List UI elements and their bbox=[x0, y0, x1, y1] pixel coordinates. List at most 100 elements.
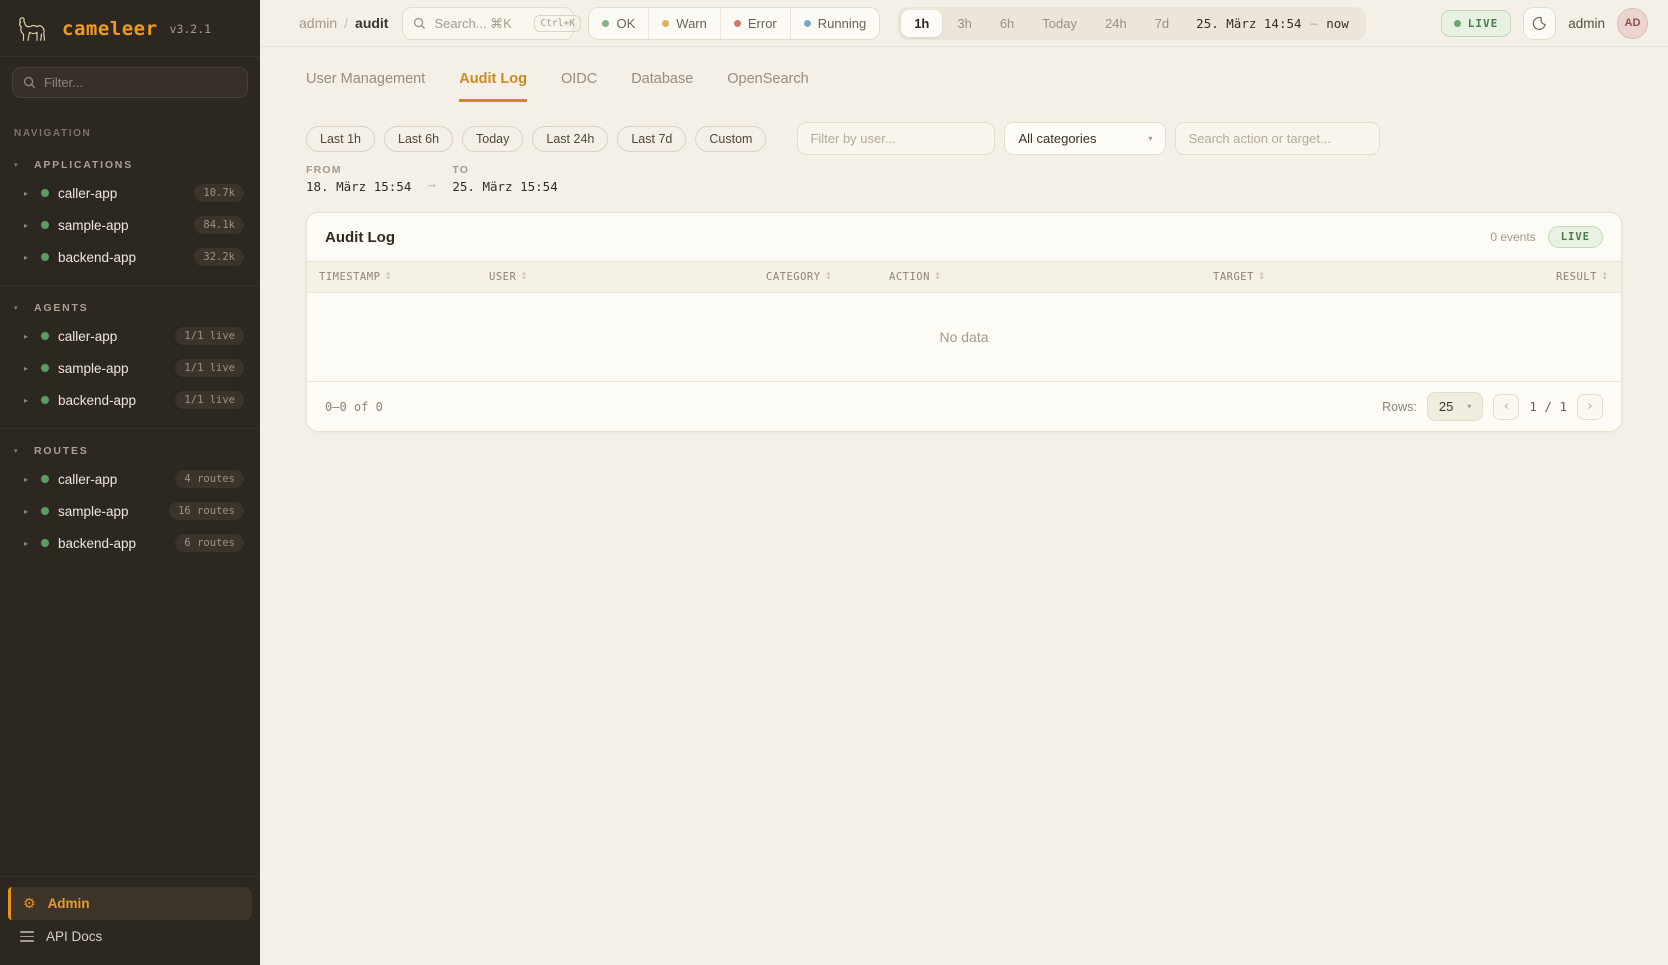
sidebar-item-label: sample-app bbox=[58, 218, 185, 233]
filter-row: Last 1h Last 6h Today Last 24h Last 7d C… bbox=[306, 122, 1622, 155]
rows-per-page-value: 25 bbox=[1439, 399, 1453, 414]
theme-toggle-button[interactable] bbox=[1523, 7, 1556, 40]
time-dash: – bbox=[1311, 16, 1318, 30]
time-current: 25. März 14:54 bbox=[1196, 16, 1301, 31]
from-block[interactable]: FROM 18. März 15:54 bbox=[306, 164, 411, 194]
nav-section-agents: ▾ AGENTS ▸ caller-app 1/1 live ▸ sample-… bbox=[0, 286, 260, 429]
chevron-right-icon: ▸ bbox=[24, 539, 32, 548]
sidebar-item-caller-app-agent[interactable]: ▸ caller-app 1/1 live bbox=[10, 320, 250, 352]
column-header-category[interactable]: CATEGORY ↕ bbox=[766, 271, 889, 283]
status-filter-warn[interactable]: Warn bbox=[649, 8, 721, 39]
from-to-range: FROM 18. März 15:54 → TO 25. März 15:54 bbox=[306, 164, 1622, 194]
breadcrumb-section[interactable]: admin bbox=[299, 15, 337, 31]
status-filter-label: OK bbox=[616, 16, 635, 31]
column-header-result[interactable]: RESULT ↕ bbox=[1533, 271, 1609, 283]
chip-last-6h[interactable]: Last 6h bbox=[384, 126, 453, 152]
status-filter-running[interactable]: Running bbox=[791, 8, 879, 39]
count-badge: 84.1k bbox=[194, 216, 244, 234]
chevron-right-icon: ▸ bbox=[24, 396, 32, 405]
avatar[interactable]: AD bbox=[1617, 8, 1648, 39]
next-page-button[interactable]: › bbox=[1577, 394, 1603, 420]
panel-header: Audit Log 0 events LIVE bbox=[307, 213, 1621, 261]
rows-per-page-select[interactable]: 25 ▾ bbox=[1427, 392, 1483, 421]
sidebar-filter-input[interactable] bbox=[44, 75, 237, 90]
sort-icon: ↕ bbox=[520, 272, 528, 282]
chip-last-7d[interactable]: Last 7d bbox=[617, 126, 686, 152]
sidebar-item-sample-app[interactable]: ▸ sample-app 84.1k bbox=[10, 209, 250, 241]
time-range-6h[interactable]: 6h bbox=[987, 10, 1027, 37]
column-label: TIMESTAMP bbox=[319, 271, 380, 283]
result-range-text: 0–0 of 0 bbox=[325, 400, 383, 414]
column-header-timestamp[interactable]: TIMESTAMP ↕ bbox=[319, 271, 489, 283]
category-select[interactable]: All categories ▾ bbox=[1004, 122, 1166, 155]
column-label: RESULT bbox=[1556, 271, 1597, 283]
live-status-badge[interactable]: LIVE bbox=[1441, 10, 1512, 37]
tab-bar: User Management Audit Log OIDC Database … bbox=[260, 47, 1668, 102]
sidebar-item-label: sample-app bbox=[58, 504, 160, 519]
time-range-3h[interactable]: 3h bbox=[944, 10, 984, 37]
routes-badge: 6 routes bbox=[175, 534, 244, 552]
action-target-search-input[interactable] bbox=[1175, 122, 1380, 155]
time-range-24h[interactable]: 24h bbox=[1092, 10, 1140, 37]
from-label: FROM bbox=[306, 164, 411, 176]
tab-audit-log[interactable]: Audit Log bbox=[459, 71, 527, 102]
section-title: APPLICATIONS bbox=[34, 159, 133, 171]
column-header-target[interactable]: TARGET ↕ bbox=[1213, 271, 1533, 283]
tab-opensearch[interactable]: OpenSearch bbox=[727, 71, 808, 102]
global-search-input[interactable] bbox=[434, 16, 526, 31]
tab-user-management[interactable]: User Management bbox=[306, 71, 425, 102]
sidebar-item-backend-app-agent[interactable]: ▸ backend-app 1/1 live bbox=[10, 384, 250, 416]
previous-page-button[interactable]: ‹ bbox=[1493, 394, 1519, 420]
chevron-down-icon: ▾ bbox=[14, 447, 24, 455]
column-label: CATEGORY bbox=[766, 271, 821, 283]
section-header-agents[interactable]: ▾ AGENTS bbox=[10, 296, 250, 320]
sidebar-item-caller-app[interactable]: ▸ caller-app 10.7k bbox=[10, 177, 250, 209]
chevron-right-icon: ▸ bbox=[24, 507, 32, 516]
chevron-down-icon: ▾ bbox=[14, 161, 24, 169]
nav-section-routes: ▾ ROUTES ▸ caller-app 4 routes ▸ sample-… bbox=[0, 429, 260, 571]
live-badge: 1/1 live bbox=[175, 391, 244, 409]
section-header-routes[interactable]: ▾ ROUTES bbox=[10, 439, 250, 463]
chevron-right-icon: ▸ bbox=[24, 253, 32, 262]
status-dot bbox=[41, 539, 49, 547]
sidebar-item-admin[interactable]: ⚙ Admin bbox=[8, 887, 252, 920]
sidebar-filter[interactable] bbox=[12, 67, 248, 98]
sidebar-item-label: backend-app bbox=[58, 393, 166, 408]
time-range-today[interactable]: Today bbox=[1029, 10, 1090, 37]
sidebar-item-backend-app-routes[interactable]: ▸ backend-app 6 routes bbox=[10, 527, 250, 559]
status-filter-ok[interactable]: OK bbox=[589, 8, 649, 39]
time-range-control: 1h 3h 6h Today 24h 7d 25. März 14:54 – n… bbox=[898, 7, 1366, 40]
chip-custom[interactable]: Custom bbox=[695, 126, 766, 152]
sidebar-item-sample-app-routes[interactable]: ▸ sample-app 16 routes bbox=[10, 495, 250, 527]
global-search[interactable]: Ctrl+K bbox=[402, 7, 574, 40]
time-display[interactable]: 25. März 14:54 – now bbox=[1184, 16, 1363, 31]
status-filter-label: Running bbox=[818, 16, 866, 31]
chevron-right-icon: ▸ bbox=[24, 189, 32, 198]
warn-status-dot bbox=[662, 20, 669, 27]
sidebar-item-caller-app-routes[interactable]: ▸ caller-app 4 routes bbox=[10, 463, 250, 495]
sidebar-item-sample-app-agent[interactable]: ▸ sample-app 1/1 live bbox=[10, 352, 250, 384]
filter-by-user-input[interactable] bbox=[797, 122, 995, 155]
sort-icon: ↕ bbox=[1258, 272, 1266, 282]
pagination-controls: Rows: 25 ▾ ‹ 1 / 1 › bbox=[1382, 392, 1603, 421]
main-area: admin / audit Ctrl+K OK Warn Error bbox=[260, 0, 1668, 965]
chevron-down-icon: ▾ bbox=[14, 304, 24, 312]
column-header-action[interactable]: ACTION ↕ bbox=[889, 271, 1213, 283]
ok-status-dot bbox=[602, 20, 609, 27]
running-status-dot bbox=[804, 20, 811, 27]
tab-database[interactable]: Database bbox=[631, 71, 693, 102]
tab-oidc[interactable]: OIDC bbox=[561, 71, 597, 102]
status-filter-error[interactable]: Error bbox=[721, 8, 791, 39]
to-block[interactable]: TO 25. März 15:54 bbox=[452, 164, 557, 194]
chip-last-24h[interactable]: Last 24h bbox=[532, 126, 608, 152]
chip-today[interactable]: Today bbox=[462, 126, 523, 152]
sidebar-item-api-docs[interactable]: API Docs bbox=[8, 920, 252, 953]
panel-header-right: 0 events LIVE bbox=[1490, 226, 1603, 248]
section-header-applications[interactable]: ▾ APPLICATIONS bbox=[10, 153, 250, 177]
sidebar-item-backend-app[interactable]: ▸ backend-app 32.2k bbox=[10, 241, 250, 273]
chip-last-1h[interactable]: Last 1h bbox=[306, 126, 375, 152]
sidebar-filter-wrap bbox=[0, 56, 260, 112]
time-range-7d[interactable]: 7d bbox=[1142, 10, 1182, 37]
column-header-user[interactable]: USER ↕ bbox=[489, 271, 766, 283]
time-range-1h[interactable]: 1h bbox=[901, 10, 942, 37]
